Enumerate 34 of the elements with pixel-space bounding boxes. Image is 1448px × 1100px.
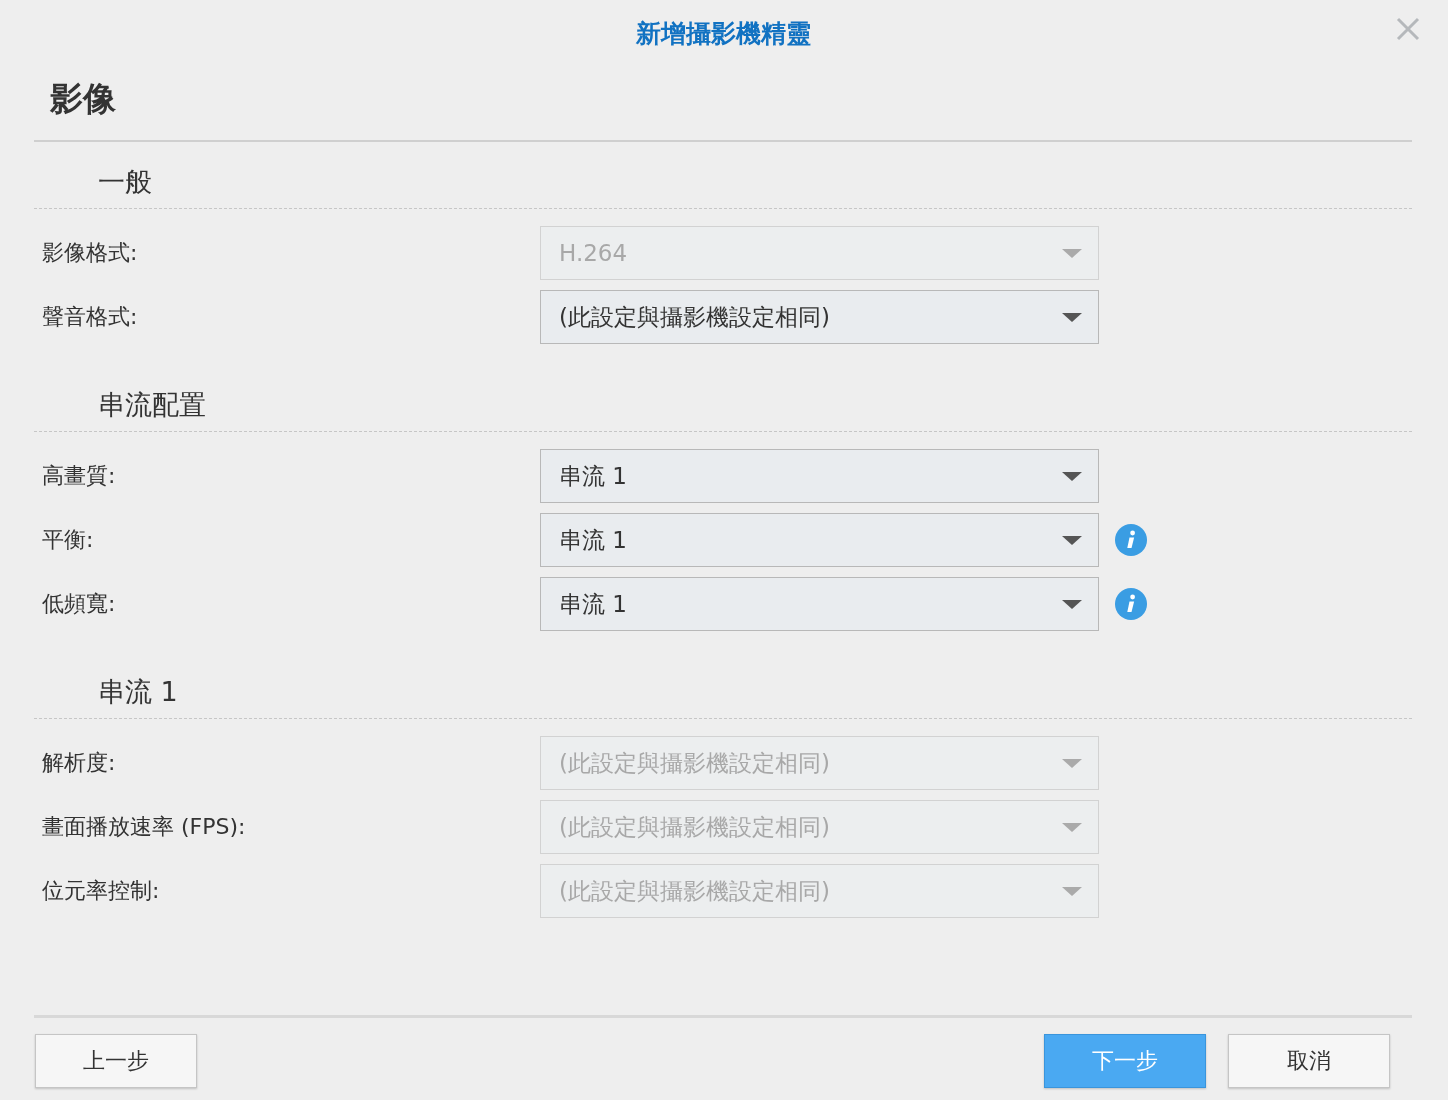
close-button[interactable] [1396,17,1420,41]
page-title: 影像 [50,78,117,120]
info-icon[interactable] [1115,588,1147,620]
wizard-button[interactable]: 上一步 [35,1034,197,1088]
info-icon[interactable] [1115,524,1147,556]
dropdown[interactable]: 串流 1 [540,577,1099,631]
field-label: 低頻寬: [41,590,117,618]
dropdown: H.264 [540,226,1099,280]
caret-icon [1062,471,1082,481]
dropdown[interactable]: (此設定與攝影機設定相同) [540,290,1099,344]
dropdown: (此設定與攝影機設定相同) [540,864,1099,918]
caret-icon [1062,248,1082,258]
dropdown[interactable]: 串流 1 [540,449,1099,503]
caret-icon [1062,535,1082,545]
field-label: 解析度: [41,749,117,777]
caret-icon [1062,886,1082,896]
dropdown: (此設定與攝影機設定相同) [540,800,1099,854]
field-label: 畫面播放速率 (FPS): [41,813,247,841]
dropdown: (此設定與攝影機設定相同) [540,736,1099,790]
dropdown[interactable]: 串流 1 [540,513,1099,567]
field-label: 平衡: [41,526,95,554]
caret-icon [1062,312,1082,322]
caret-icon [1062,822,1082,832]
field-label: 位元率控制: [41,877,161,905]
field-label: 聲音格式: [41,303,139,331]
field-label: 高畫質: [41,462,117,490]
caret-icon [1062,758,1082,768]
section-title: 串流配置 [98,389,206,420]
section-title: 串流 1 [98,676,178,707]
caret-icon [1062,599,1082,609]
wizard-button[interactable]: 取消 [1228,1034,1390,1088]
section-title: 一般 [98,166,152,197]
field-label: 影像格式: [41,239,139,267]
dialog-title: 新增攝影機精靈 [635,17,811,50]
